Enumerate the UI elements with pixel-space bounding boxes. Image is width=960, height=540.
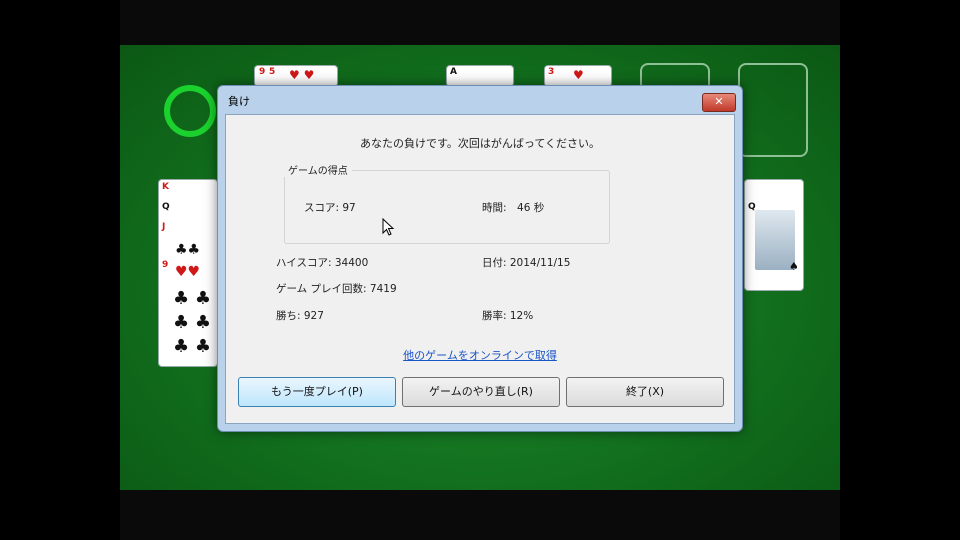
time-value: 時間: 46 秒 — [482, 202, 545, 214]
online-games-link[interactable]: 他のゲームをオンラインで取得 — [226, 347, 734, 363]
heart-icon: ♥♥ — [175, 264, 201, 280]
dialog-title: 負け — [228, 95, 250, 108]
right-letterbox — [840, 0, 960, 540]
club-icon: ♣ ♣ — [173, 336, 211, 357]
games-played-value: ゲーム プレイ回数: 7419 — [276, 283, 397, 295]
stock-pile-empty-ring[interactable] — [164, 85, 216, 137]
play-again-button[interactable]: もう一度プレイ(P) — [238, 377, 396, 407]
foundation-slot-empty[interactable] — [738, 63, 808, 157]
tableau-column-left[interactable]: K Q J 9 ♣♣ ♥♥ ♣ ♣ ♣ ♣ ♣ ♣ — [158, 179, 218, 367]
mouse-cursor-icon — [382, 218, 395, 236]
spade-icon: ♠ — [789, 260, 799, 273]
lose-dialog: 負け ✕ あなたの負けです。次回はがんばってください。 ゲームの得点 スコア: … — [217, 85, 743, 432]
tableau-column-right[interactable]: Q ♠ — [744, 179, 804, 291]
close-button[interactable]: ✕ — [702, 93, 736, 112]
dialog-titlebar[interactable]: 負け ✕ — [218, 86, 742, 114]
high-score-value: ハイスコア: 34400 — [276, 257, 369, 269]
foundation-card-3[interactable]: 3 ♥ — [544, 65, 612, 87]
result-message: あなたの負けです。次回はがんばってください。 — [359, 137, 601, 150]
club-icon: ♣♣ — [175, 242, 201, 258]
club-icon: ♣ ♣ — [173, 288, 211, 309]
score-value: スコア: 97 — [304, 202, 356, 214]
date-value: 日付: 2014/11/15 — [482, 257, 571, 269]
dialog-body: あなたの負けです。次回はがんばってください。 ゲームの得点 スコア: 97 時間… — [225, 114, 735, 424]
left-letterbox — [0, 0, 120, 540]
club-icon: ♣ ♣ — [173, 312, 211, 333]
win-rate-value: 勝率: 12% — [482, 310, 534, 322]
heart-icon: ♥ ♥ — [289, 68, 315, 82]
heart-icon: ♥ — [573, 68, 584, 82]
score-group-title: ゲームの得点 — [284, 162, 352, 177]
foundation-card-a[interactable]: A — [446, 65, 514, 87]
restart-game-button[interactable]: ゲームのやり直し(R) — [402, 377, 560, 407]
wins-value: 勝ち: 927 — [276, 310, 324, 322]
exit-button[interactable]: 終了(X) — [566, 377, 724, 407]
waste-card[interactable]: 9 5 ♥ ♥ — [254, 65, 338, 87]
